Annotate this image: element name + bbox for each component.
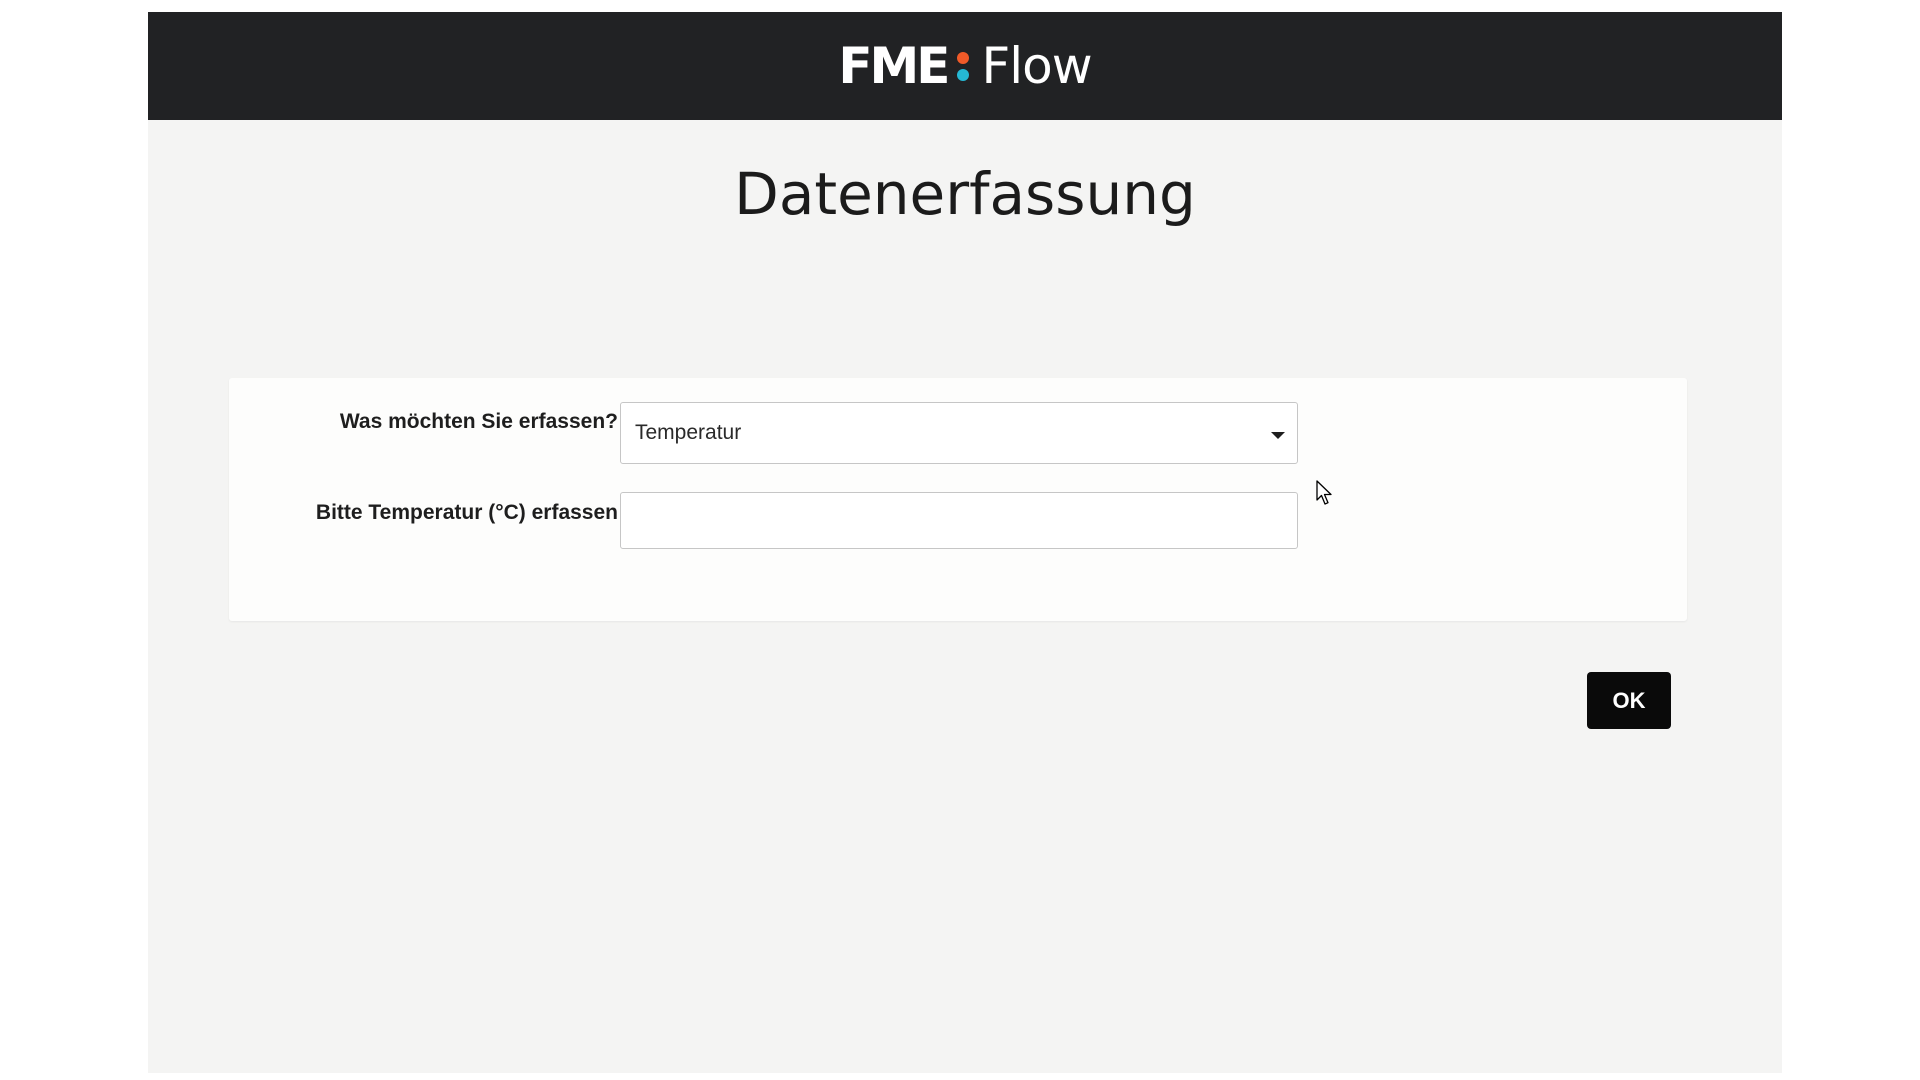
type-select-value: Temperatur	[635, 421, 742, 444]
ok-button[interactable]: OK	[1587, 672, 1671, 729]
logo-fme-text: FME	[838, 37, 950, 95]
mouse-pointer-icon	[1316, 480, 1332, 505]
logo-flow-text: Flow	[981, 37, 1092, 95]
type-field-label: Was möchten Sie erfassen?	[339, 410, 618, 433]
temperature-input[interactable]	[620, 492, 1298, 549]
caret-down-icon	[1271, 432, 1285, 439]
logo-dots-icon	[957, 51, 970, 81]
form-card: Was möchten Sie erfassen? Temperatur Bit…	[229, 378, 1687, 621]
logo-dot-orange	[957, 51, 970, 64]
top-bar: FME Flow	[148, 12, 1782, 120]
fme-flow-logo: FME Flow	[838, 37, 1092, 95]
type-select[interactable]: Temperatur	[620, 402, 1298, 464]
logo-dot-blue	[957, 68, 970, 81]
app-frame: FME Flow Datenerfassung Was möchten Sie …	[148, 12, 1782, 1073]
temperature-field-label: Bitte Temperatur (°C) erfassen	[315, 501, 618, 524]
page-title: Datenerfassung	[734, 160, 1196, 228]
